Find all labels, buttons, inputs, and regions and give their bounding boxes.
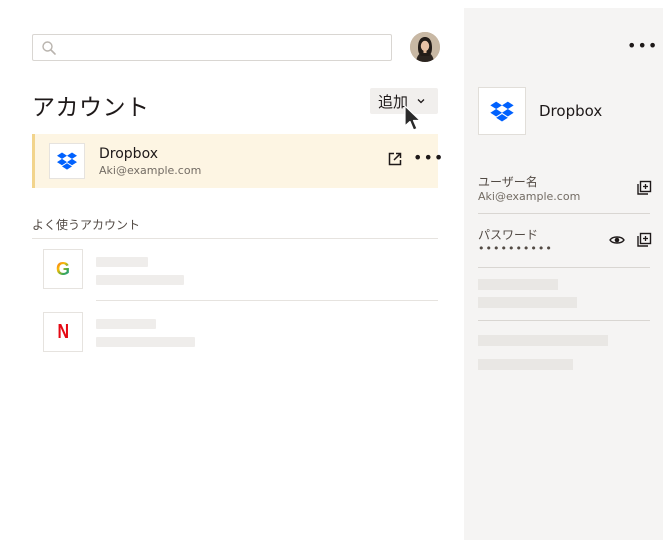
google-icon: G: [55, 258, 70, 279]
divider: [478, 267, 650, 268]
account-list-pane: アカウント 追加 Dropbox Aki@example.com ••• よく使…: [6, 8, 464, 540]
page-title: アカウント: [32, 95, 150, 121]
app-window: アカウント 追加 Dropbox Aki@example.com ••• よく使…: [6, 8, 663, 540]
skeleton-line: [478, 335, 608, 346]
skeleton-line: [96, 257, 148, 267]
dropbox-icon: [57, 152, 77, 170]
username-value[interactable]: Aki@example.com: [478, 190, 580, 203]
divider: [96, 300, 438, 301]
account-name: Dropbox: [99, 146, 158, 162]
copy-icon[interactable]: [636, 232, 652, 248]
username-label: ユーザー名: [478, 175, 538, 189]
account-email: Aki@example.com: [99, 164, 202, 177]
divider: [478, 213, 650, 214]
copy-icon[interactable]: [636, 180, 652, 196]
skeleton-line: [96, 319, 156, 329]
skeleton-line: [96, 337, 195, 347]
more-options-icon[interactable]: •••: [627, 36, 658, 55]
dropbox-icon: [490, 101, 514, 122]
more-options-icon[interactable]: •••: [413, 148, 444, 167]
divider: [478, 320, 650, 321]
skeleton-line: [96, 275, 184, 285]
skeleton-line: [478, 297, 577, 308]
google-logo[interactable]: G: [43, 249, 83, 289]
search-input[interactable]: [32, 34, 392, 61]
favorites-section-title: よく使うアカウント: [32, 218, 141, 232]
skeleton-line: [478, 359, 573, 370]
dropbox-logo: [478, 87, 526, 135]
dropbox-logo: [49, 143, 85, 179]
netflix-logo[interactable]: N: [43, 312, 83, 352]
search-icon: [42, 41, 56, 55]
account-detail-pane: ••• Dropbox ユーザー名 Aki@example.com パスワード …: [464, 8, 663, 540]
password-value[interactable]: ••••••••••: [478, 242, 553, 255]
open-external-icon[interactable]: [387, 151, 403, 167]
skeleton-line: [478, 279, 558, 290]
password-label: パスワード: [478, 228, 539, 242]
detail-account-name: Dropbox: [539, 102, 603, 120]
divider: [32, 238, 438, 239]
netflix-icon: N: [57, 320, 69, 343]
account-row-dropbox[interactable]: Dropbox Aki@example.com •••: [32, 134, 443, 188]
user-avatar[interactable]: [410, 32, 440, 62]
avatar-image: [410, 32, 440, 62]
mouse-cursor-icon: [404, 105, 421, 131]
eye-icon[interactable]: [609, 232, 625, 248]
